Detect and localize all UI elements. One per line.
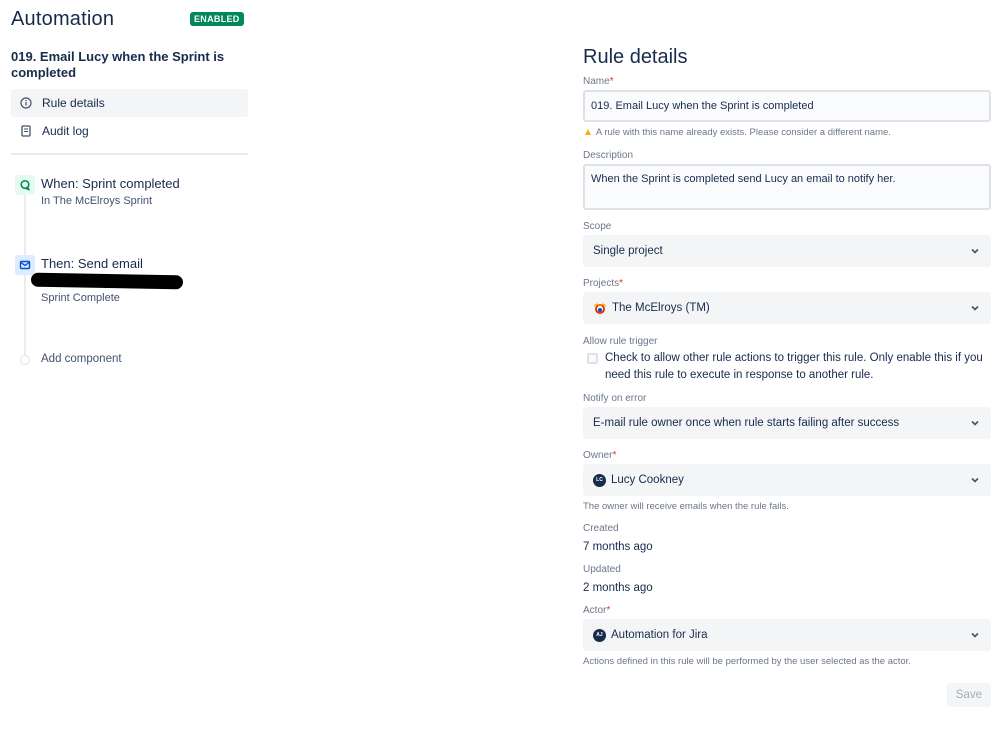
- updated-value: 2 months ago: [583, 582, 653, 594]
- projects-value: The McElroys (TM): [612, 302, 710, 314]
- notify-value: E-mail rule owner once when rule starts …: [593, 417, 900, 429]
- sidebar-divider: [11, 153, 248, 155]
- sidebar-item-rule-details[interactable]: Rule details: [11, 89, 248, 117]
- scope-select[interactable]: Single project: [583, 235, 991, 267]
- notify-label: Notify on error: [583, 393, 647, 404]
- action-title: Then: Send email: [41, 256, 143, 271]
- chevron-down-icon: [971, 305, 979, 311]
- add-component-dot-icon: [20, 355, 30, 365]
- page-title: Rule details: [583, 46, 688, 68]
- warning-icon: ▲: [583, 127, 593, 138]
- document-icon: [19, 124, 33, 138]
- info-icon: [19, 96, 33, 110]
- created-label: Created: [583, 523, 619, 534]
- actor-help-text: Actions defined in this rule will be per…: [583, 656, 911, 667]
- allow-trigger-label: Allow rule trigger: [583, 336, 658, 347]
- trigger-subtitle: In The McElroys Sprint: [41, 195, 153, 207]
- projects-label: Projects*: [583, 278, 624, 289]
- sidebar-header: Automation ENABLED: [11, 0, 248, 44]
- actor-label: Actor*: [583, 605, 611, 616]
- sidebar-item-label: Rule details: [42, 96, 105, 110]
- actor-value: Automation for Jira: [611, 629, 708, 641]
- owner-label: Owner*: [583, 450, 617, 461]
- chevron-down-icon: [971, 420, 979, 426]
- action-subtitle: Sprint Complete: [41, 292, 120, 304]
- project-avatar-icon: [593, 303, 607, 314]
- flow-step-action[interactable]: Then: Send email Sprint Complete: [15, 255, 184, 304]
- email-icon: [15, 255, 35, 275]
- status-badge[interactable]: ENABLED: [190, 12, 244, 26]
- actor-select[interactable]: AJ Automation for Jira: [583, 619, 991, 651]
- save-button[interactable]: Save: [946, 683, 991, 707]
- rule-name-heading: 019. Email Lucy when the Sprint is compl…: [11, 49, 225, 80]
- allow-trigger-text: Check to allow other rule actions to tri…: [605, 352, 983, 381]
- add-component-button[interactable]: Add component: [15, 350, 122, 365]
- owner-help-text: The owner will receive emails when the r…: [583, 501, 789, 512]
- name-label: Name*: [583, 76, 614, 87]
- chevron-down-icon: [971, 477, 979, 483]
- created-value: 7 months ago: [583, 541, 653, 553]
- owner-avatar: LC: [593, 473, 606, 487]
- form-footer: Save: [583, 683, 991, 707]
- allow-trigger-row: Check to allow other rule actions to tri…: [583, 350, 991, 384]
- name-input[interactable]: 019. Email Lucy when the Sprint is compl…: [583, 90, 991, 122]
- app-title: Automation: [11, 8, 115, 30]
- trigger-title: When: Sprint completed: [41, 176, 180, 191]
- rule-details-panel: Rule details Name* 019. Email Lucy when …: [583, 46, 991, 707]
- scope-label: Scope: [583, 221, 612, 232]
- rule-flow: When: Sprint completed In The McElroys S…: [11, 175, 248, 395]
- owner-select[interactable]: LC Lucy Cookney: [583, 464, 991, 496]
- name-warning: ▲ A rule with this name already exists. …: [583, 127, 891, 138]
- sidebar-nav: Rule details Audit log: [11, 89, 248, 145]
- description-label: Description: [583, 150, 634, 161]
- add-component-label: Add component: [41, 353, 122, 365]
- updated-label: Updated: [583, 564, 621, 575]
- redacted-text: [30, 272, 184, 290]
- description-textarea[interactable]: When the Sprint is completed send Lucy a…: [583, 164, 991, 210]
- chevron-down-icon: [971, 632, 979, 638]
- notify-on-error-select[interactable]: E-mail rule owner once when rule starts …: [583, 407, 991, 439]
- flow-step-trigger[interactable]: When: Sprint completed In The McElroys S…: [15, 175, 180, 207]
- chevron-down-icon: [971, 248, 979, 254]
- scope-value: Single project: [593, 245, 663, 257]
- allow-trigger-checkbox[interactable]: [587, 353, 598, 364]
- actor-avatar: AJ: [593, 628, 606, 642]
- trigger-icon: [15, 175, 35, 195]
- sidebar-item-label: Audit log: [42, 124, 89, 138]
- projects-select[interactable]: The McElroys (TM): [583, 292, 991, 324]
- owner-value: Lucy Cookney: [611, 474, 684, 486]
- sidebar-item-audit-log[interactable]: Audit log: [11, 117, 248, 145]
- rule-sidebar: Automation ENABLED 019. Email Lucy when …: [11, 0, 248, 395]
